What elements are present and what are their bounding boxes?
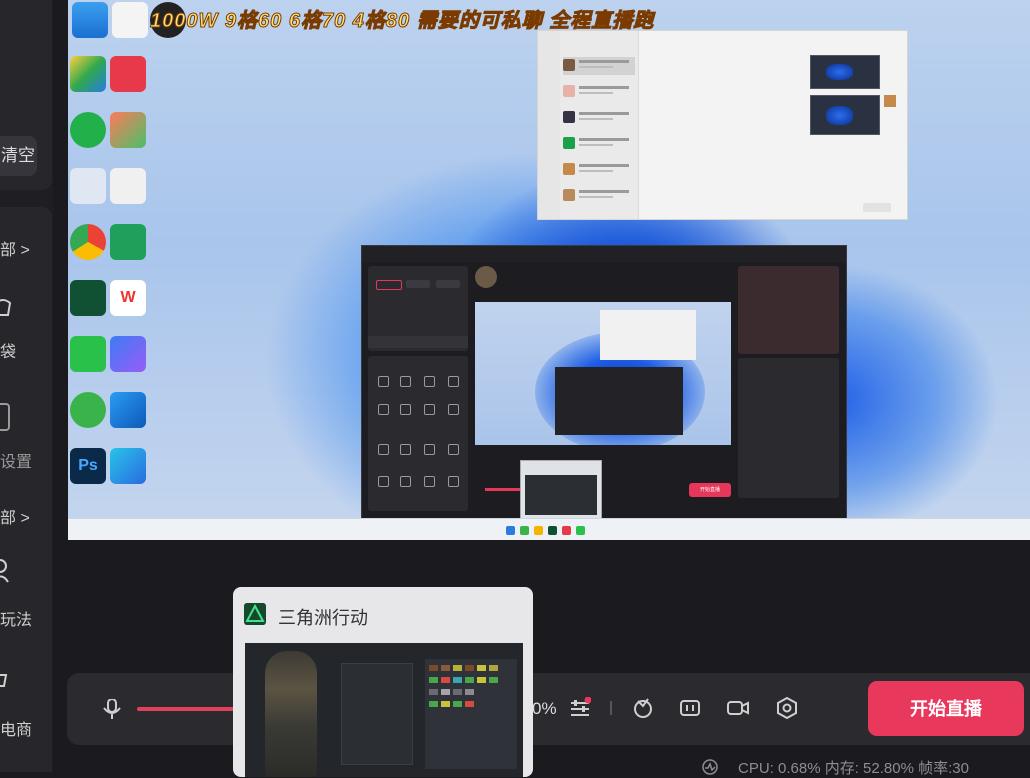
sidebar-item-gameplay[interactable]: 玩法	[0, 606, 32, 630]
sidebar-item-bag[interactable]: 袋	[0, 338, 16, 362]
stream-banner-text: 1000W 9格60 6格70 4格80 需要的可私聊 全程直播跑	[149, 10, 655, 33]
settings-box-icon	[0, 403, 10, 431]
equalizer-settings-icon[interactable]	[569, 697, 591, 719]
game-screenshot	[245, 643, 523, 777]
stream-preview[interactable]: 1000W 9格60 6格70 4格80 需要的可私聊 全程直播跑 W Ps 开…	[68, 0, 1030, 540]
studio-tools-panel	[368, 356, 468, 511]
video-app-icon	[110, 56, 146, 92]
chat-list-item	[563, 57, 635, 75]
start-live-button[interactable]: 开始直播	[868, 681, 1024, 736]
game-title: 三角洲行动	[278, 608, 368, 628]
chat-list-item	[563, 109, 635, 127]
studio-title-bar	[362, 246, 846, 262]
wps-sheet-icon	[110, 224, 146, 260]
sidebar-item-settings[interactable]: 设置	[0, 448, 32, 472]
studio-avatar	[475, 266, 497, 288]
gameplay-icon	[0, 559, 9, 583]
soldier-character	[265, 651, 317, 777]
system-stats: CPU: 0.68% 内存: 52.80% 帧率:30	[738, 760, 969, 777]
volume-slider[interactable]	[137, 707, 247, 711]
wps-icon: W	[110, 280, 146, 316]
chat-window-capture	[537, 30, 908, 220]
sidebar: 清空 部 > 袋 设置 部 > 玩法 电商	[0, 0, 53, 772]
chat-avatar	[884, 95, 896, 107]
game-source-popup[interactable]: 三角洲行动	[233, 587, 533, 777]
recycle-bin-icon	[70, 168, 106, 204]
studio-window-capture: 开始直播	[361, 245, 847, 519]
word-doc-icon	[110, 168, 146, 204]
chat-conversation-list	[560, 31, 639, 219]
studio-right-panel-top	[738, 266, 839, 354]
beauty-filter-icon[interactable]	[632, 697, 654, 719]
wechat-icon	[70, 336, 106, 372]
delta-force-game-icon	[244, 603, 266, 625]
chat-list-item	[563, 135, 635, 153]
chat-image-thumbnail	[810, 95, 880, 135]
flower-app-icon	[110, 112, 146, 148]
box-app-icon	[110, 392, 146, 428]
chat-list-item	[563, 161, 635, 179]
sidebar-item-ecommerce[interactable]: 电商	[0, 716, 32, 740]
sidebar-all-link-2[interactable]: 部 >	[0, 504, 30, 528]
settings-gear-icon[interactable]	[776, 697, 798, 719]
shopping-cart-icon	[0, 674, 8, 687]
studio-game-popup	[520, 460, 602, 519]
studio-inner-preview	[475, 302, 731, 445]
chrome-icon	[70, 224, 106, 260]
sidebar-all-link-1[interactable]: 部 >	[0, 236, 30, 260]
volume-percent: 0%	[532, 699, 557, 718]
chat-list-item	[563, 187, 635, 205]
studio-right-panel-bottom	[738, 358, 839, 498]
studio-start-live-button: 开始直播	[689, 483, 731, 497]
document-icon	[112, 2, 148, 38]
this-pc-icon	[72, 2, 108, 38]
chat-nav-rail	[538, 31, 560, 219]
layers-app-icon	[110, 448, 146, 484]
microphone-icon[interactable]	[103, 699, 121, 719]
add-app-icon	[70, 112, 106, 148]
chat-image-thumbnail	[810, 55, 880, 89]
ai-app-icon	[110, 336, 146, 372]
divider	[610, 701, 612, 715]
chat-list-item	[563, 83, 635, 101]
desktop-taskbar	[68, 518, 1030, 540]
scene-switch-icon[interactable]	[679, 697, 701, 719]
live-control-bar: 0% 开始直播	[67, 673, 1030, 745]
studio-scene-panel	[368, 266, 468, 351]
photoshop-icon: Ps	[70, 448, 106, 484]
camera-icon[interactable]	[727, 697, 749, 719]
delta-force-icon	[70, 280, 106, 316]
ie-icon	[70, 392, 106, 428]
performance-icon	[702, 759, 718, 775]
bag-icon	[0, 299, 12, 316]
archive-app-icon	[70, 56, 106, 92]
inventory-grid	[425, 659, 517, 769]
clear-button[interactable]: 清空	[0, 136, 37, 176]
chat-send-button	[863, 203, 891, 212]
